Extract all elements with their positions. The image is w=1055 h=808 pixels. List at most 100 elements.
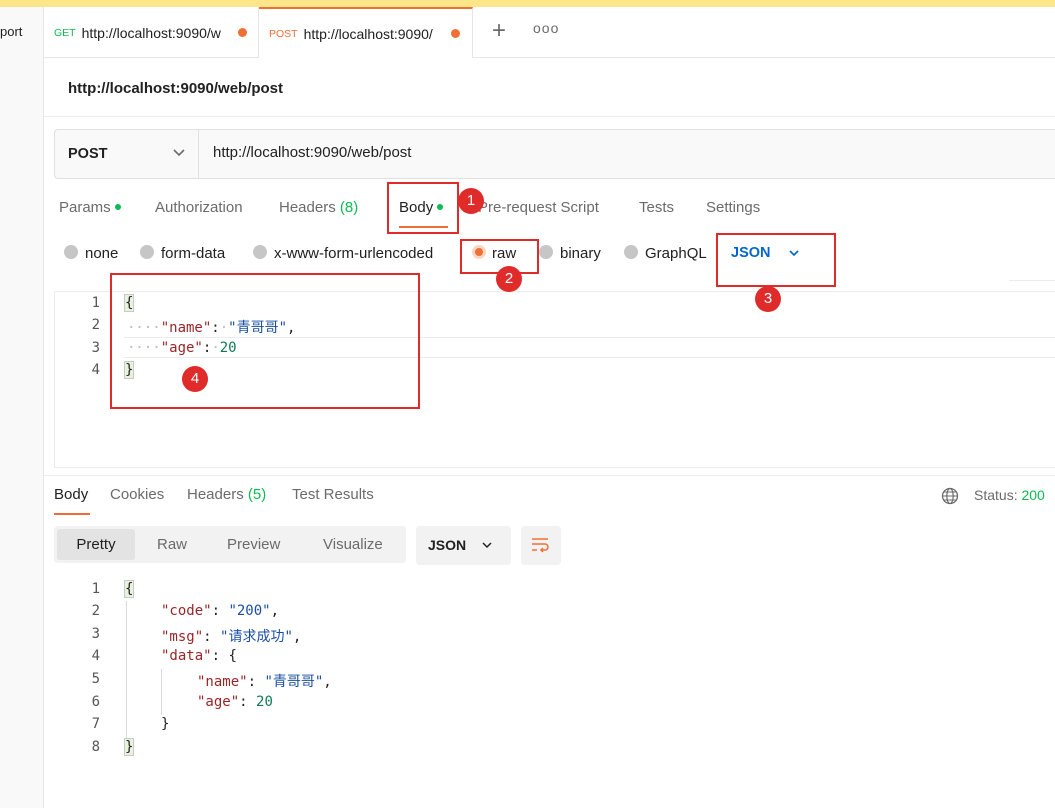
line-number: 5 (91, 671, 100, 687)
radio-graphql-label[interactable]: GraphQL (645, 245, 707, 262)
line-number: 1 (91, 581, 100, 597)
view-mode-visualize[interactable]: Visualize (323, 529, 383, 560)
tab-params-label: Params (59, 199, 111, 216)
json-colon: : (239, 694, 257, 710)
json-number: 20 (256, 694, 273, 710)
top-banner (0, 0, 1055, 7)
annotation-box-body-tab (387, 182, 459, 234)
annotation-badge: 3 (755, 286, 781, 312)
unsaved-dot-icon (237, 28, 247, 37)
tab-prerequest-script[interactable]: Pre-request Script (478, 199, 599, 216)
radio-urlencoded[interactable] (253, 245, 267, 259)
json-key: "code" (161, 603, 212, 619)
json-colon: : (211, 648, 229, 664)
headers-count: (8) (339, 199, 359, 216)
tab-method-label: POST (269, 27, 298, 40)
chevron-down-icon[interactable] (171, 144, 187, 160)
line-number: 6 (91, 694, 100, 710)
json-key: "age" (197, 694, 240, 710)
line-number: 2 (91, 317, 100, 333)
annotation-box-json-format (716, 233, 836, 287)
sidebar-import-label[interactable]: port (0, 24, 22, 39)
tab-url-label: http://localhost:9090/ (303, 25, 433, 42)
indent-guide (126, 601, 127, 739)
json-colon: : (247, 674, 265, 690)
tab-tests[interactable]: Tests (639, 199, 674, 216)
tab-method-label: GET (54, 26, 76, 39)
active-tab-underline (54, 513, 90, 515)
radio-binary[interactable] (539, 245, 553, 259)
annotation-badge: 4 (182, 366, 208, 392)
response-format-dropdown[interactable]: JSON (416, 526, 511, 565)
radio-none-label[interactable]: none (85, 245, 118, 262)
view-mode-preview[interactable]: Preview (227, 529, 280, 560)
wrap-lines-icon (532, 538, 549, 553)
tab-headers[interactable]: Headers (8) (279, 199, 358, 216)
url-bar (54, 129, 1055, 179)
code-line: { (124, 580, 135, 598)
line-number: 3 (91, 626, 100, 642)
request-tab-post[interactable]: POST http://localhost:9090/ (259, 7, 473, 58)
json-key: "data" (161, 648, 212, 664)
json-key: "name" (197, 674, 248, 690)
tab-url-label: http://localhost:9090/w (81, 24, 221, 41)
response-tab-headers[interactable]: Headers (5) (187, 486, 266, 503)
radio-form-data[interactable] (140, 245, 154, 259)
status-label: Status: (974, 487, 1018, 503)
active-dot-icon (114, 204, 121, 211)
line-number: 2 (91, 603, 100, 619)
line-number: 4 (91, 362, 100, 378)
json-string: "青哥哥" (264, 674, 324, 690)
new-tab-button[interactable]: + (486, 19, 512, 45)
line-number: 3 (91, 340, 100, 356)
left-sidebar (0, 7, 44, 808)
bracket: } (124, 738, 135, 756)
radio-binary-label[interactable]: binary (560, 245, 601, 262)
request-title[interactable]: http://localhost:9090/web/post (68, 80, 283, 97)
json-comma: , (323, 674, 332, 690)
chevron-down-icon[interactable] (480, 538, 494, 552)
json-string: "请求成功" (220, 629, 293, 645)
json-comma: , (292, 629, 302, 645)
json-colon: : (211, 603, 229, 619)
globe-icon[interactable] (941, 487, 959, 505)
tab-authorization[interactable]: Authorization (155, 199, 243, 216)
view-mode-pretty[interactable]: Pretty (57, 529, 135, 560)
indent-guide (161, 669, 162, 715)
json-key: "msg" (161, 629, 204, 645)
divider (44, 116, 1055, 117)
line-number: 7 (91, 716, 100, 732)
code-line: "name": "青哥哥", (197, 671, 332, 691)
json-colon: : (203, 629, 221, 645)
json-string: "200" (228, 603, 271, 619)
tab-settings[interactable]: Settings (706, 199, 760, 216)
json-bracket: { (228, 648, 237, 664)
line-number: 1 (91, 295, 100, 311)
response-headers-label: Headers (187, 486, 244, 503)
url-input[interactable]: http://localhost:9090/web/post (213, 144, 411, 161)
divider (44, 475, 1055, 476)
annotation-box-request-body (110, 273, 420, 409)
response-headers-count: (5) (247, 486, 267, 503)
bracket: { (124, 580, 135, 598)
radio-urlencoded-label[interactable]: x-www-form-urlencoded (274, 245, 433, 262)
status-indicator: Status: 200 (974, 487, 1045, 503)
code-line: "msg": "请求成功", (161, 626, 301, 646)
code-line: "data": { (161, 648, 237, 664)
code-line: } (161, 716, 169, 732)
divider (1009, 280, 1055, 281)
tab-params[interactable]: Params (59, 199, 121, 216)
request-tab-get[interactable]: GET http://localhost:9090/w (44, 7, 259, 58)
more-tabs-button[interactable]: ooo (533, 20, 558, 44)
radio-none[interactable] (64, 245, 78, 259)
radio-form-data-label[interactable]: form-data (161, 245, 225, 262)
code-line: } (124, 738, 135, 756)
json-comma: , (270, 603, 280, 619)
line-number: 4 (91, 648, 100, 664)
response-tab-test-results[interactable]: Test Results (292, 486, 374, 503)
json-bracket: } (161, 716, 170, 732)
view-mode-raw[interactable]: Raw (157, 529, 187, 560)
radio-graphql[interactable] (624, 245, 638, 259)
response-tab-cookies[interactable]: Cookies (110, 486, 164, 503)
response-tab-body[interactable]: Body (54, 486, 88, 503)
